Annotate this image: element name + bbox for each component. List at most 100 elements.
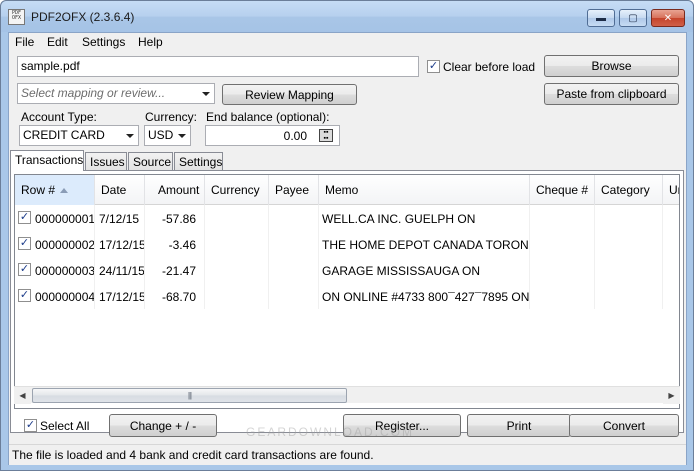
currency-select[interactable]: USD	[144, 125, 191, 146]
tab-issues[interactable]: Issues	[85, 152, 127, 170]
maximize-button[interactable]: ▢	[619, 9, 647, 27]
cell-cheque	[530, 257, 595, 283]
browse-button[interactable]: Browse	[544, 55, 679, 77]
cell-row-number: 000000003	[35, 257, 95, 283]
currency-label: Currency:	[145, 110, 198, 124]
table-row[interactable]: ✓ 000000001 7/12/15 -57.86 WELL.CA INC. …	[15, 205, 679, 231]
table-row[interactable]: ✓ 000000003 24/11/15 -21.47 GARAGE MISSI…	[15, 257, 679, 283]
transactions-grid[interactable]: Row # Date Amount Currency Payee Memo Ch…	[14, 174, 680, 409]
table-row[interactable]: ✓ 000000002 17/12/15 -3.46 THE HOME DEPO…	[15, 231, 679, 257]
convert-button[interactable]: Convert	[569, 414, 679, 437]
cell-date: 17/12/15	[95, 231, 145, 257]
account-type-select[interactable]: CREDIT CARD	[19, 125, 139, 146]
watermark: GEARDOWNLOAD.COM	[246, 425, 415, 439]
menu-bar: File Edit Settings Help	[9, 33, 686, 52]
print-button[interactable]: Print	[467, 414, 571, 437]
pdf2ofx-app-icon: PDF OFX	[8, 9, 25, 25]
horizontal-scrollbar[interactable]: ◀ ||| ▶	[14, 386, 680, 404]
row-checkbox[interactable]: ✓	[18, 263, 31, 276]
mapping-placeholder: Select mapping or review...	[21, 86, 166, 100]
cell-date: 17/12/15	[95, 283, 145, 309]
clear-before-load-label: Clear before load	[443, 60, 536, 74]
minimize-button[interactable]: ▬	[587, 9, 615, 27]
menu-edit[interactable]: Edit	[47, 35, 68, 49]
cell-category	[595, 283, 663, 309]
tab-transactions[interactable]: Transactions	[10, 150, 84, 171]
cell-amount: -21.47	[145, 257, 205, 283]
calculator-icon[interactable]: ▪▪ ▪▪	[319, 129, 333, 142]
row-checkbox[interactable]: ✓	[18, 211, 31, 224]
mapping-select[interactable]: Select mapping or review...	[17, 83, 215, 104]
chevron-down-icon	[202, 92, 210, 96]
end-balance-label: End balance (optional):	[206, 110, 330, 124]
account-type-value: CREDIT CARD	[23, 128, 105, 142]
column-header-row-label: Row #	[21, 183, 56, 197]
table-row[interactable]: ✓ 000000004 17/12/15 -68.70 ON ONLINE #4…	[15, 283, 679, 309]
close-button[interactable]: ✕	[651, 9, 685, 27]
paste-from-clipboard-button[interactable]: Paste from clipboard	[544, 83, 679, 105]
title-bar[interactable]: PDF OFX PDF2OFX (2.3.6.4) ▬ ▢ ✕	[1, 1, 693, 32]
chevron-down-icon	[178, 134, 186, 138]
app-window: PDF OFX PDF2OFX (2.3.6.4) ▬ ▢ ✕ File Edi…	[0, 0, 694, 471]
client-area: File Edit Settings Help sample.pdf ✓ Cle…	[8, 32, 687, 465]
scrollbar-thumb[interactable]: |||	[32, 388, 347, 403]
cell-category	[595, 205, 663, 231]
cell-amount: -57.86	[145, 205, 205, 231]
cell-category	[595, 231, 663, 257]
cell-amount: -3.46	[145, 231, 205, 257]
cell-payee	[269, 205, 319, 231]
cell-cheque	[530, 231, 595, 257]
cell-row-number: 000000002	[35, 231, 95, 257]
tab-settings[interactable]: Settings	[174, 152, 223, 170]
review-mapping-button[interactable]: Review Mapping	[222, 84, 357, 105]
select-all-checkbox[interactable]: ✓	[24, 419, 37, 432]
status-bar: The file is loaded and 4 bank and credit…	[9, 444, 686, 465]
cell-memo: ON ONLINE #4733 800¯427¯7895 ON	[319, 283, 530, 309]
cell-cheque	[530, 205, 595, 231]
menu-help[interactable]: Help	[138, 35, 163, 49]
account-type-label: Account Type:	[21, 110, 97, 124]
window-title: PDF2OFX (2.3.6.4)	[31, 10, 135, 24]
status-text: The file is loaded and 4 bank and credit…	[12, 448, 374, 462]
select-all-label: Select All	[40, 419, 90, 433]
column-header-cheque[interactable]: Cheque #	[530, 175, 595, 205]
change-sign-button[interactable]: Change + / -	[109, 414, 217, 437]
scroll-right-icon[interactable]: ▶	[663, 387, 680, 404]
cell-cheque	[530, 283, 595, 309]
cell-currency	[205, 205, 269, 231]
cell-row-number: 000000004	[35, 283, 95, 309]
cell-memo: WELL.CA INC. GUELPH ON	[319, 205, 530, 231]
cell-date: 24/11/15	[95, 257, 145, 283]
menu-settings[interactable]: Settings	[82, 35, 125, 49]
clear-before-load-checkbox[interactable]: ✓	[427, 60, 440, 73]
cell-memo: THE HOME DEPOT CANADA TORONTO ON	[319, 231, 530, 257]
cell-date: 7/12/15	[95, 205, 145, 231]
cell-payee	[269, 231, 319, 257]
column-header-un[interactable]: Un	[663, 175, 679, 205]
currency-value: USD	[148, 128, 174, 142]
end-balance-value: 0.00	[283, 129, 307, 143]
menu-file[interactable]: File	[15, 35, 34, 49]
column-header-amount[interactable]: Amount	[145, 175, 205, 205]
grid-header: Row # Date Amount Currency Payee Memo Ch…	[15, 175, 679, 205]
column-header-payee[interactable]: Payee	[269, 175, 319, 205]
scroll-left-icon[interactable]: ◀	[14, 387, 31, 404]
column-header-category[interactable]: Category	[595, 175, 663, 205]
column-header-date[interactable]: Date	[95, 175, 145, 205]
row-checkbox[interactable]: ✓	[18, 289, 31, 302]
cell-category	[595, 257, 663, 283]
column-header-memo[interactable]: Memo	[319, 175, 530, 205]
end-balance-input[interactable]: 0.00 ▪▪ ▪▪	[205, 125, 340, 146]
cell-row-number: 000000001	[35, 205, 95, 231]
tab-source[interactable]: Source	[128, 152, 173, 170]
chevron-down-icon	[126, 134, 134, 138]
file-path-input[interactable]: sample.pdf	[17, 56, 419, 77]
column-header-row[interactable]: Row #	[15, 175, 95, 205]
cell-amount: -68.70	[145, 283, 205, 309]
column-header-currency[interactable]: Currency	[205, 175, 269, 205]
cell-payee	[269, 257, 319, 283]
row-checkbox[interactable]: ✓	[18, 237, 31, 250]
sort-ascending-icon	[60, 188, 69, 194]
cell-currency	[205, 283, 269, 309]
transactions-panel: Row # Date Amount Currency Payee Memo Ch…	[10, 170, 684, 437]
